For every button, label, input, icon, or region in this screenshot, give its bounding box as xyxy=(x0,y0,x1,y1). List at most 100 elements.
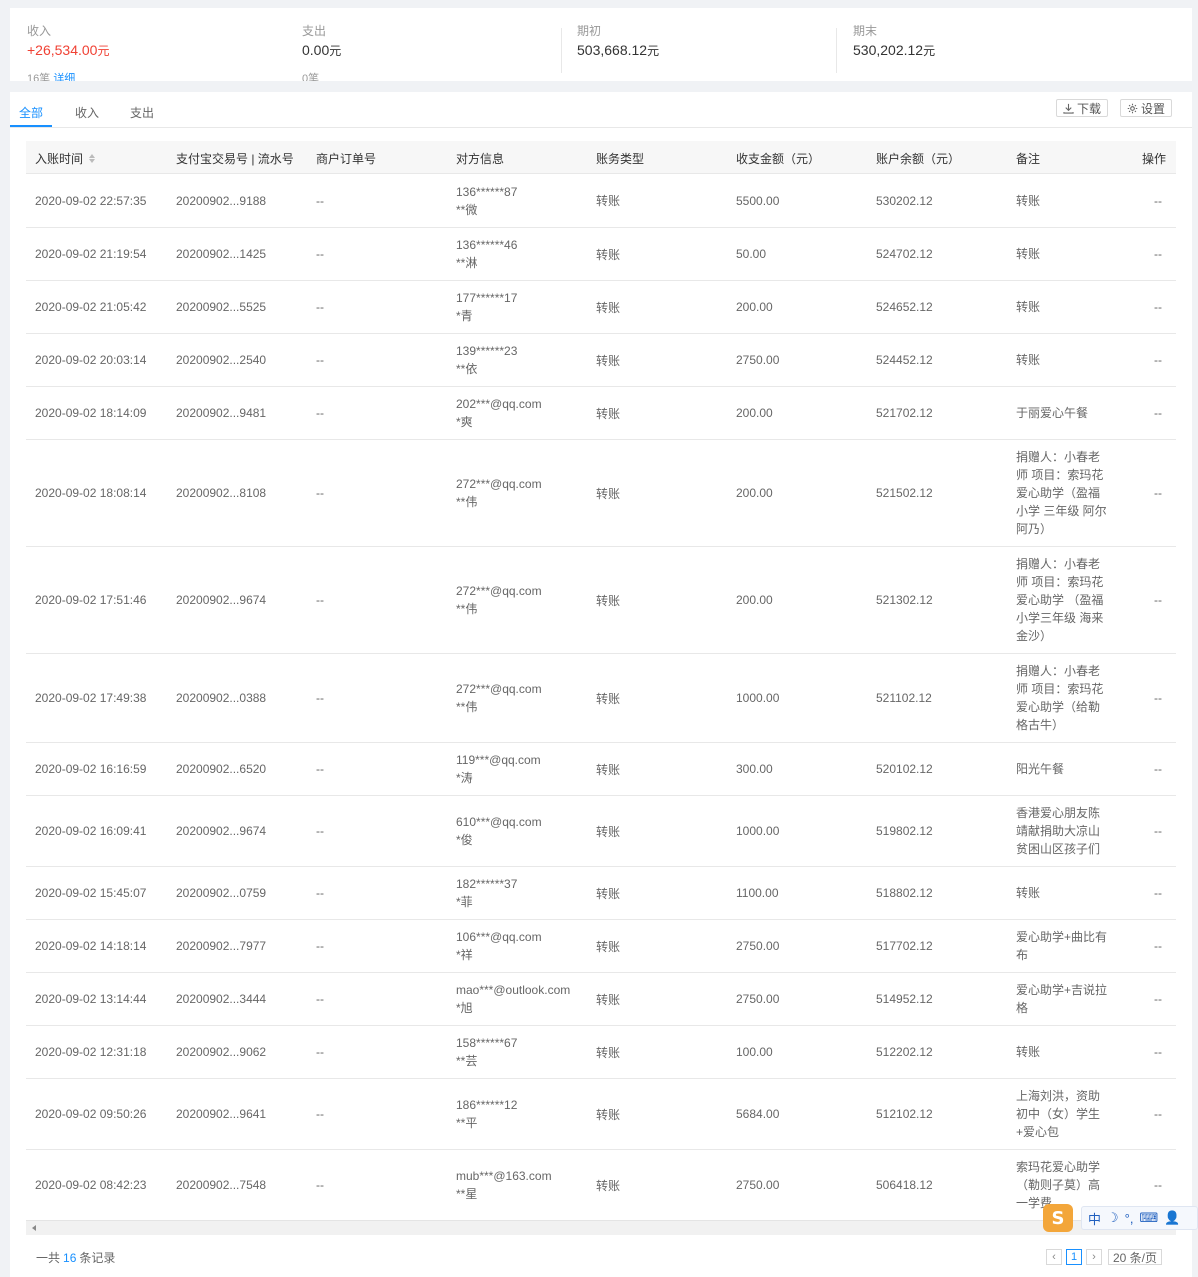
cell-balance: 524452.12 xyxy=(876,353,933,367)
cell-amount: 200.00 xyxy=(736,593,773,607)
cell-op: -- xyxy=(1154,824,1162,838)
ime-status-bar[interactable]: 中 ☽ °, ⌨ 👤 xyxy=(1081,1206,1198,1230)
cell-trade-no: 20200902...7548 xyxy=(176,1178,267,1192)
table-row: 2020-09-02 08:42:23 20200902...7548 -- mub*… xyxy=(26,1150,1176,1220)
ime-moon-icon[interactable]: ☽ xyxy=(1107,1210,1119,1226)
gear-icon xyxy=(1127,103,1138,113)
cell-balance: 519802.12 xyxy=(876,824,933,838)
table-row: 2020-09-02 17:51:46 20200902...9674 -- 272*… xyxy=(26,547,1176,654)
cell-party: 139******23 **依 xyxy=(456,334,517,386)
cell-amount: 2750.00 xyxy=(736,353,780,367)
col-amount: 收支金额（元） xyxy=(736,152,821,166)
cell-time: 2020-09-02 12:31:18 xyxy=(35,1045,147,1059)
income-label: 收入 xyxy=(27,24,52,38)
cell-type: 转账 xyxy=(596,691,621,706)
cell-type: 转账 xyxy=(596,300,621,315)
ime-toolbar[interactable]: S 中 ☽ °, ⌨ 👤 xyxy=(1043,1203,1198,1233)
next-page-button[interactable]: › xyxy=(1086,1249,1102,1265)
table-row: 2020-09-02 21:19:54 20200902...1425 -- 136*… xyxy=(26,228,1176,281)
cell-balance: 530202.12 xyxy=(876,193,933,208)
cell-op: -- xyxy=(1154,1107,1162,1121)
col-party: 对方信息 xyxy=(456,152,505,166)
page-size-select[interactable]: 20 条/页 xyxy=(1108,1249,1163,1265)
table-row: 2020-09-02 15:45:07 20200902...0759 -- 182*… xyxy=(26,867,1176,920)
income-detail-link[interactable]: 详细 xyxy=(53,73,75,81)
cell-balance: 517702.12 xyxy=(876,939,933,953)
party-account: mub***@163.com xyxy=(456,1169,552,1183)
cell-merchant-no: -- xyxy=(316,1107,324,1121)
cell-merchant-no: -- xyxy=(316,691,324,705)
cell-balance: 521302.12 xyxy=(876,593,933,607)
cell-balance: 518802.12 xyxy=(876,886,933,900)
party-account: 139******23 xyxy=(456,344,518,358)
party-name: **芸 xyxy=(456,1054,478,1068)
cell-op: -- xyxy=(1154,300,1162,314)
cell-trade-no: 20200902...6520 xyxy=(176,762,267,776)
cell-party: 186******12 **平 xyxy=(456,1079,517,1149)
cell-amount: 5684.00 xyxy=(736,1107,780,1121)
scroll-left-icon[interactable] xyxy=(32,1225,36,1231)
col-time[interactable]: 入账时间 xyxy=(35,150,96,167)
cell-amount: 1000.00 xyxy=(736,824,780,838)
tab-all[interactable]: 全部 xyxy=(19,104,43,121)
download-button[interactable]: 下载 xyxy=(1056,99,1109,117)
ime-mode[interactable]: 中 xyxy=(1088,1209,1101,1228)
party-name: *菲 xyxy=(456,895,473,909)
cell-trade-no: 20200902...0388 xyxy=(176,691,267,705)
party-account: 177******17 xyxy=(456,291,518,305)
horizontal-scrollbar[interactable] xyxy=(26,1220,1176,1235)
ime-punctuation-icon[interactable]: °, xyxy=(1125,1211,1134,1226)
cell-remark: 转账 xyxy=(1016,247,1041,261)
col-type: 账务类型 xyxy=(596,152,645,166)
party-name: *涛 xyxy=(456,771,473,785)
table-body: 2020-09-02 22:57:35 20200902...9188 -- 136*… xyxy=(26,174,1176,1220)
cell-time: 2020-09-02 14:18:14 xyxy=(35,939,147,953)
cell-merchant-no: -- xyxy=(316,247,324,261)
cell-party: 272***@qq.com **伟 xyxy=(456,654,542,742)
cell-time: 2020-09-02 20:03:14 xyxy=(35,353,147,367)
cell-party: 272***@qq.com **伟 xyxy=(456,547,542,653)
cell-time: 2020-09-02 13:14:44 xyxy=(35,992,147,1006)
cell-trade-no: 20200902...9641 xyxy=(176,1107,267,1121)
prev-page-button[interactable]: ‹ xyxy=(1046,1249,1062,1265)
cell-op: -- xyxy=(1154,247,1162,261)
cell-time: 2020-09-02 18:14:09 xyxy=(35,406,147,420)
tab-bar: 全部 收入 支出 xyxy=(10,92,310,128)
cell-merchant-no: -- xyxy=(316,353,324,367)
party-name: **淋 xyxy=(456,256,478,270)
settings-button[interactable]: 设置 xyxy=(1120,99,1173,117)
cell-type: 转账 xyxy=(596,486,621,501)
party-account: 272***@qq.com xyxy=(456,477,542,491)
party-account: 272***@qq.com xyxy=(456,584,542,598)
cell-merchant-no: -- xyxy=(316,939,324,953)
table-row: 2020-09-02 20:03:14 20200902...2540 -- 139*… xyxy=(26,334,1176,387)
table-row: 2020-09-02 09:50:26 20200902...9641 -- 186*… xyxy=(26,1079,1176,1150)
ime-keyboard-icon[interactable]: ⌨ xyxy=(1139,1210,1158,1226)
cell-party: 158******67 **芸 xyxy=(456,1026,517,1078)
page-1-button[interactable]: 1 xyxy=(1066,1249,1082,1265)
cell-remark: 转账 xyxy=(1016,1045,1041,1059)
party-name: **星 xyxy=(456,1187,478,1201)
cell-op: -- xyxy=(1154,939,1162,953)
tab-income[interactable]: 收入 xyxy=(75,104,99,121)
cell-remark: 阳光午餐 xyxy=(1016,762,1065,776)
cell-merchant-no: -- xyxy=(316,1045,324,1059)
col-trade-no: 支付宝交易号 | 流水号 xyxy=(176,152,294,166)
table-row: 2020-09-02 16:16:59 20200902...6520 -- 119*… xyxy=(26,743,1176,796)
cell-type: 转账 xyxy=(596,762,621,777)
cell-amount: 2750.00 xyxy=(736,992,780,1006)
ime-user-icon[interactable]: 👤 xyxy=(1164,1210,1180,1226)
cell-trade-no: 20200902...8108 xyxy=(176,486,267,500)
table-header: 入账时间 支付宝交易号 | 流水号 商户订单号 对方信息 账务类型 收支金额（元… xyxy=(26,141,1176,174)
party-account: 119***@qq.com xyxy=(456,753,541,767)
cell-trade-no: 20200902...9062 xyxy=(176,1045,267,1059)
cell-remark: 捐赠人：小春老师 项目：索玛花爱心助学（给勒格古牛） xyxy=(1016,664,1104,732)
sort-icon[interactable] xyxy=(89,154,96,163)
table-row: 2020-09-02 12:31:18 20200902...9062 -- 158*… xyxy=(26,1026,1176,1079)
table-row: 2020-09-02 13:14:44 20200902...3444 -- mao*… xyxy=(26,973,1176,1026)
tab-expense[interactable]: 支出 xyxy=(130,104,154,121)
cell-time: 2020-09-02 17:49:38 xyxy=(35,691,147,705)
cell-party: 106***@qq.com *祥 xyxy=(456,920,542,972)
party-account: mao***@outlook.com xyxy=(456,983,571,997)
ime-logo-icon[interactable]: S xyxy=(1043,1204,1073,1232)
